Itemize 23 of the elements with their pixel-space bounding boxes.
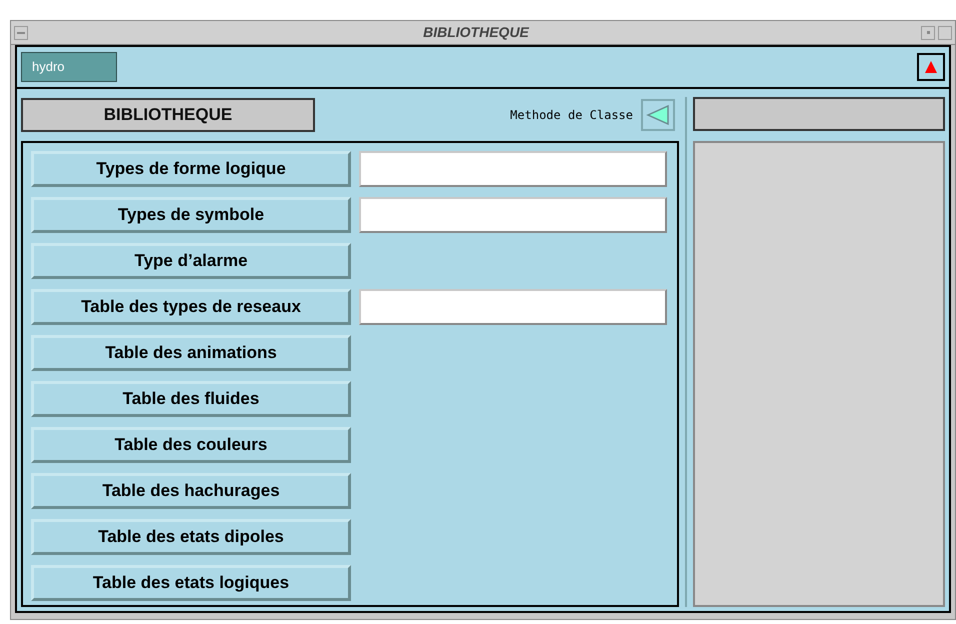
text-field[interactable]: [359, 197, 667, 233]
library-button[interactable]: Table des fluides: [31, 381, 351, 417]
method-toggle-button[interactable]: [641, 99, 675, 131]
text-field[interactable]: [359, 289, 667, 325]
library-button[interactable]: Table des etats dipoles: [31, 519, 351, 555]
library-button[interactable]: Types de symbole: [31, 197, 351, 233]
left-triangle-icon: [646, 104, 670, 126]
library-button[interactable]: Table des animations: [31, 335, 351, 371]
panel-title: BIBLIOTHEQUE: [21, 98, 315, 132]
library-button[interactable]: Types de forme logique: [31, 151, 351, 187]
library-button[interactable]: Table des hachurages: [31, 473, 351, 509]
library-button[interactable]: Type d’alarme: [31, 243, 351, 279]
maximize-button[interactable]: [938, 26, 952, 40]
library-button[interactable]: Table des etats logiques: [31, 565, 351, 601]
minimize-button[interactable]: [921, 26, 935, 40]
library-button[interactable]: Table des couleurs: [31, 427, 351, 463]
window-menu-button[interactable]: [14, 26, 28, 40]
library-button[interactable]: Table des types de reseaux: [31, 289, 351, 325]
triangle-icon: [924, 60, 938, 74]
text-field[interactable]: [359, 151, 667, 187]
window-title: BIBLIOTHEQUE: [422, 23, 530, 42]
method-label: Methode de Classe: [510, 107, 633, 124]
warning-button[interactable]: [917, 53, 945, 81]
